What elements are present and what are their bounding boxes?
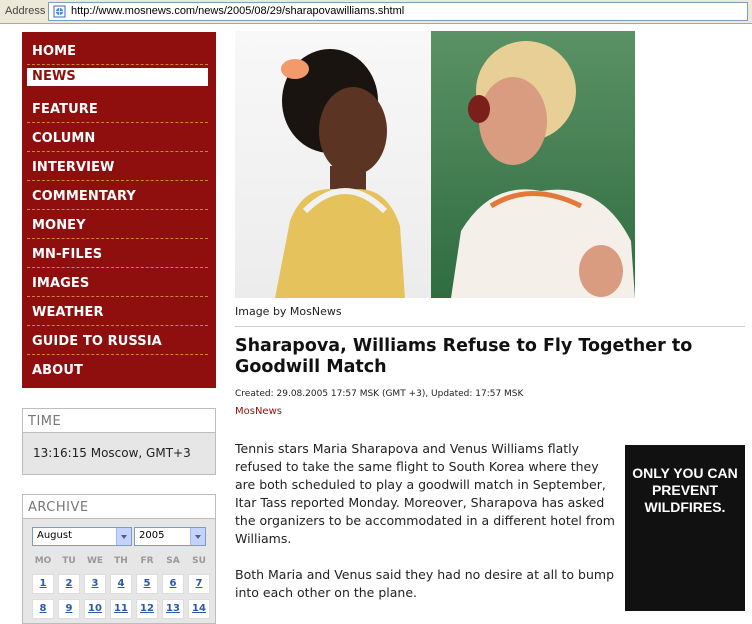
calendar-day[interactable]: 6 [162, 574, 184, 594]
calendar-day[interactable]: 13 [162, 599, 184, 619]
nav-item-images[interactable]: IMAGES [27, 269, 208, 297]
nav-item-interview[interactable]: INTERVIEW [27, 153, 208, 181]
month-select[interactable]: August [32, 527, 132, 546]
weekday-label: SU [192, 556, 206, 566]
nav-item-news[interactable]: NEWS [27, 68, 208, 86]
current-time: 13:16:15 Moscow, GMT+3 [33, 446, 191, 460]
nav-item-label: FEATURE [32, 102, 98, 117]
nav-item-label: COLUMN [32, 131, 96, 146]
divider [235, 326, 745, 327]
nav-item-mn-files[interactable]: MN-FILES [27, 240, 208, 268]
address-bar: Address http://www.mosnews.com/news/2005… [0, 0, 752, 24]
nav-item-commentary[interactable]: COMMENTARY [27, 182, 208, 210]
nav-item-label: GUIDE TO RUSSIA [32, 334, 162, 349]
article-headline: Sharapova, Williams Refuse to Fly Togeth… [235, 336, 693, 377]
calendar-day[interactable]: 2 [58, 574, 80, 594]
year-select-value: 2005 [139, 530, 165, 541]
calendar-day[interactable]: 7 [188, 574, 210, 594]
weekday-label: SA [166, 556, 180, 566]
address-label: Address [5, 5, 46, 17]
archive-panel: ARCHIVE August 2005 MO TU WE TH FR SA SU… [22, 494, 216, 624]
chevron-down-icon[interactable] [190, 528, 205, 545]
month-select-value: August [37, 530, 72, 541]
nav-item-label: COMMENTARY [32, 189, 136, 204]
player-silhouette-left [275, 49, 405, 298]
calendar-day-link[interactable]: 3 [85, 575, 105, 589]
nav-item-label: WEATHER [32, 305, 104, 320]
nav-item-guide-to-russia[interactable]: GUIDE TO RUSSIA [27, 327, 208, 355]
nav-item-money[interactable]: MONEY [27, 211, 208, 239]
nav-item-label: IMAGES [32, 276, 90, 291]
archive-panel-header: ARCHIVE [23, 495, 215, 519]
calendar-day[interactable]: 5 [136, 574, 158, 594]
calendar-day-link[interactable]: 7 [189, 575, 209, 589]
article-source[interactable]: MosNews [235, 406, 282, 417]
nav-item-home[interactable]: HOME [27, 37, 208, 65]
calendar-day[interactable]: 11 [110, 599, 132, 619]
calendar-day[interactable]: 3 [84, 574, 106, 594]
time-panel-header: TIME [23, 409, 215, 433]
calendar-day-link[interactable]: 8 [33, 600, 53, 614]
nav-item-column[interactable]: COLUMN [27, 124, 208, 152]
weekday-label: FR [140, 556, 154, 566]
main-nav: HOME NEWS FEATURE COLUMN INTERVIEW COMME… [22, 32, 216, 388]
nav-item-label: ABOUT [32, 363, 83, 378]
weekday-label: MO [34, 556, 52, 566]
photo-left-panel [235, 31, 431, 298]
time-panel: TIME 13:16:15 Moscow, GMT+3 [22, 408, 216, 475]
calendar-day[interactable]: 8 [32, 599, 54, 619]
ad-text: ONLY YOU CAN PREVENT WILDFIRES. [632, 465, 738, 515]
year-select[interactable]: 2005 [134, 527, 206, 546]
calendar-day[interactable]: 9 [58, 599, 80, 619]
page-icon [53, 5, 66, 18]
calendar-day-link[interactable]: 14 [189, 600, 209, 614]
address-url: http://www.mosnews.com/news/2005/08/29/s… [71, 5, 405, 17]
calendar-day[interactable]: 4 [110, 574, 132, 594]
calendar-day[interactable]: 12 [136, 599, 158, 619]
nav-item-feature[interactable]: FEATURE [27, 95, 208, 123]
article-meta: Created: 29.08.2005 17:57 MSK (GMT +3), … [235, 389, 524, 399]
weekday-label: TU [62, 556, 76, 566]
calendar-day-link[interactable]: 9 [59, 600, 79, 614]
nav-item-label: MONEY [32, 218, 86, 233]
nav-item-label: INTERVIEW [32, 160, 115, 175]
calendar-day[interactable]: 14 [188, 599, 210, 619]
calendar-day-link[interactable]: 13 [163, 600, 183, 614]
calendar-day[interactable]: 1 [32, 574, 54, 594]
calendar-day-link[interactable]: 6 [163, 575, 183, 589]
calendar-day-link[interactable]: 11 [111, 600, 131, 614]
calendar-day-link[interactable]: 1 [33, 575, 53, 589]
article-paragraph: Both Maria and Venus said they had no de… [235, 567, 615, 600]
weekday-label: WE [86, 556, 104, 566]
calendar-day-link[interactable]: 2 [59, 575, 79, 589]
chevron-down-icon[interactable] [116, 528, 131, 545]
calendar-day[interactable]: 10 [84, 599, 106, 619]
address-input[interactable]: http://www.mosnews.com/news/2005/08/29/s… [48, 2, 748, 21]
advertisement[interactable]: ONLY YOU CAN PREVENT WILDFIRES. [625, 445, 745, 611]
calendar-day-link[interactable]: 5 [137, 575, 157, 589]
nav-item-about[interactable]: ABOUT [27, 356, 208, 384]
calendar-day-link[interactable]: 12 [137, 600, 157, 614]
time-title: TIME [28, 414, 62, 429]
weekday-label: TH [114, 556, 128, 566]
nav-item-label: NEWS [32, 69, 76, 84]
nav-item-weather[interactable]: WEATHER [27, 298, 208, 326]
article-paragraph: Tennis stars Maria Sharapova and Venus W… [235, 441, 615, 546]
photo-right-panel [431, 31, 635, 298]
calendar-day-link[interactable]: 4 [111, 575, 131, 589]
nav-item-label: MN-FILES [32, 247, 103, 262]
image-caption: Image by MosNews [235, 305, 342, 318]
article-photo [235, 31, 635, 298]
nav-item-label: HOME [32, 44, 77, 59]
player-silhouette-right [451, 41, 635, 298]
calendar-day-link[interactable]: 10 [85, 600, 105, 614]
archive-title: ARCHIVE [28, 500, 89, 515]
